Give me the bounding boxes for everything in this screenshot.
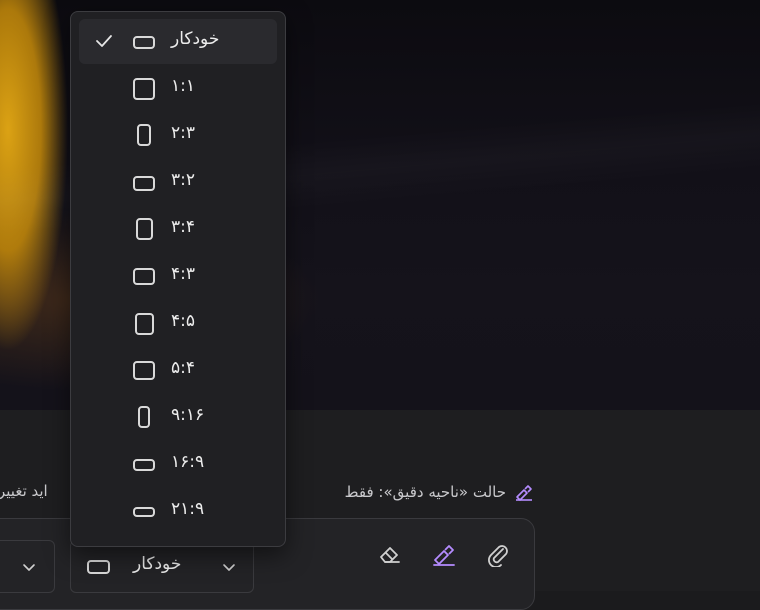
attach-button[interactable] <box>484 540 512 568</box>
menu-item-label: ۱۶:۹ <box>171 452 205 472</box>
menu-item-label: ۹:۱۶ <box>171 405 205 425</box>
menu-item-label: ۳:۴ <box>171 217 195 237</box>
model-select[interactable] <box>0 540 55 593</box>
menu-item-label: ۴:۳ <box>171 264 195 284</box>
aspect-ratio-select[interactable]: خودکار <box>70 540 254 593</box>
landscape-ratio-icon <box>133 507 155 517</box>
hint-text: حالت «ناحیه دقیق»: فقط <box>344 483 506 501</box>
portrait-ratio-icon <box>135 313 154 335</box>
aspect-ratio-menu: خودکار ۱:۱ ۲:۳ ۳:۲ ۳:۴ ۴:۳ ۴:۵ ۵:۴ ۹:۱۶ … <box>70 11 286 547</box>
menu-item-4-3[interactable]: ۴:۳ <box>79 254 277 299</box>
menu-item-label: ۲:۳ <box>171 123 195 143</box>
chevron-down-icon <box>223 564 235 571</box>
menu-item-1-1[interactable]: ۱:۱ <box>79 66 277 111</box>
eraser-button[interactable] <box>376 540 404 568</box>
menu-item-label: خودکار <box>171 29 220 49</box>
pen-button[interactable] <box>430 540 458 568</box>
landscape-ratio-icon <box>133 176 155 191</box>
menu-item-label: ۴:۵ <box>171 311 195 331</box>
portrait-ratio-icon <box>137 124 151 146</box>
menu-item-3-4[interactable]: ۳:۴ <box>79 207 277 252</box>
hint-row: حالت «ناحیه دقیق»: فقط <box>345 480 534 504</box>
square-ratio-icon <box>133 78 155 100</box>
eraser-icon <box>380 547 400 563</box>
landscape-ratio-icon <box>133 36 155 49</box>
landscape-ratio-icon <box>133 361 155 380</box>
menu-item-label: ۳:۲ <box>171 170 195 190</box>
portrait-ratio-icon <box>136 218 153 240</box>
menu-item-16-9[interactable]: ۱۶:۹ <box>79 442 277 487</box>
paperclip-icon <box>488 545 508 567</box>
pen-icon <box>433 545 455 566</box>
hint-text-continuation: اید تغییر <box>0 482 48 500</box>
aspect-ratio-select-label: خودکار <box>133 554 182 574</box>
menu-item-label: ۲۱:۹ <box>171 499 205 519</box>
menu-item-label: ۱:۱ <box>171 76 195 96</box>
menu-item-3-2[interactable]: ۳:۲ <box>79 160 277 205</box>
ratio-shape-icon <box>87 560 110 574</box>
menu-item-4-5[interactable]: ۴:۵ <box>79 301 277 346</box>
pen-icon <box>516 485 532 501</box>
landscape-ratio-icon <box>133 268 155 285</box>
check-icon <box>96 35 112 47</box>
landscape-ratio-icon <box>133 459 155 471</box>
menu-item-auto[interactable]: خودکار <box>79 19 277 64</box>
menu-item-21-9[interactable]: ۲۱:۹ <box>79 489 277 534</box>
menu-item-9-16[interactable]: ۹:۱۶ <box>79 395 277 440</box>
chevron-down-icon <box>23 564 35 571</box>
menu-item-label: ۵:۴ <box>171 358 195 378</box>
menu-item-2-3[interactable]: ۲:۳ <box>79 113 277 158</box>
portrait-ratio-icon <box>138 406 150 428</box>
menu-item-5-4[interactable]: ۵:۴ <box>79 348 277 393</box>
